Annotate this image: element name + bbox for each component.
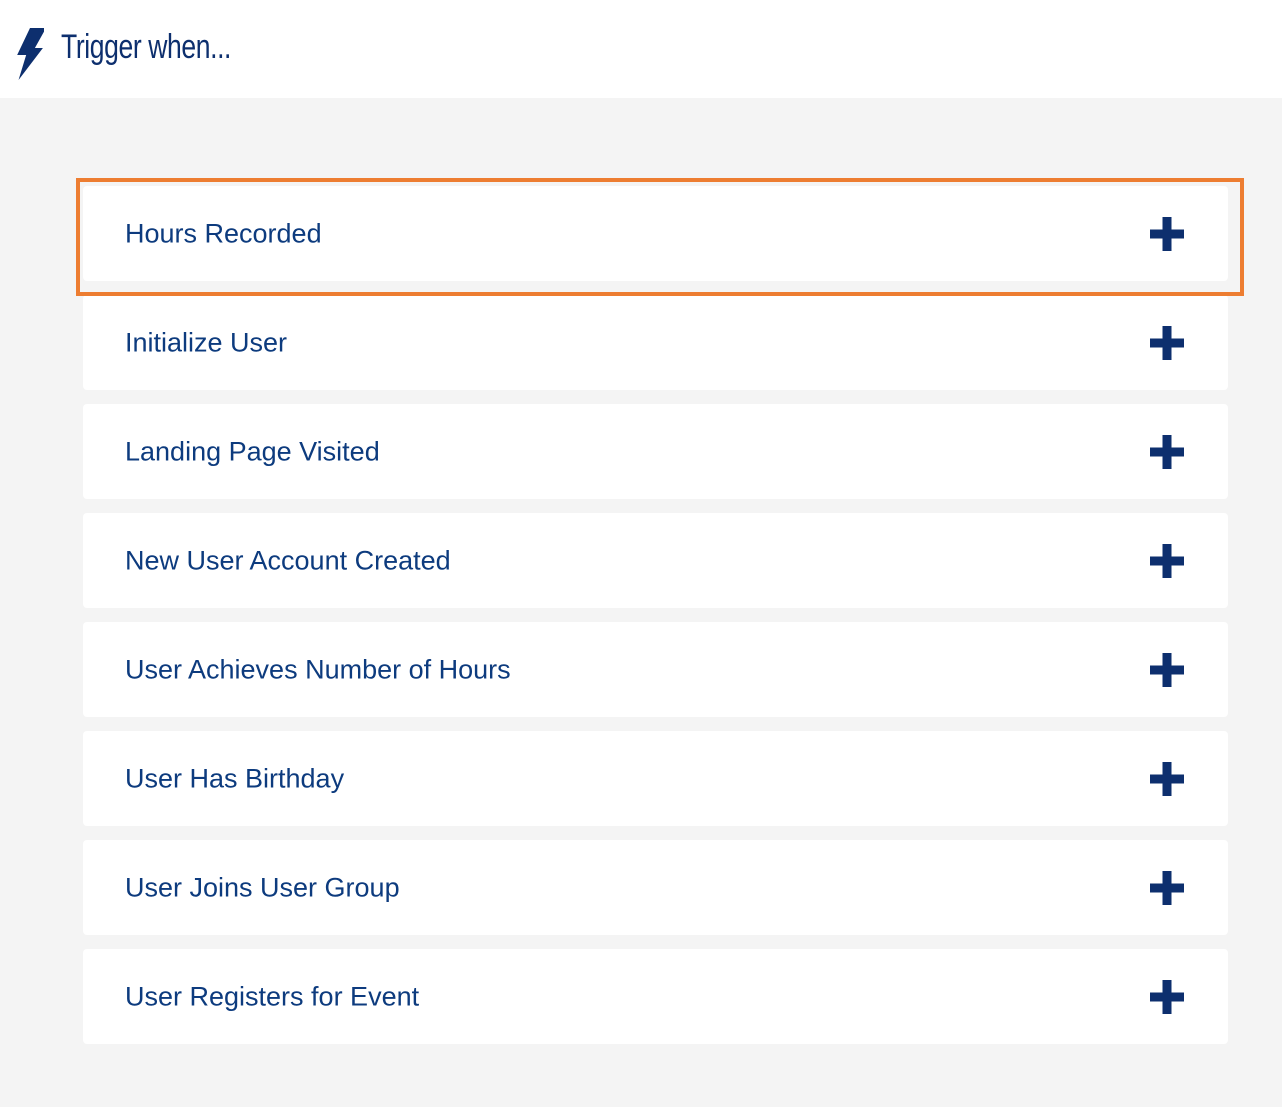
plus-icon[interactable]: [1150, 761, 1184, 796]
trigger-item-label: User Has Birthday: [125, 763, 345, 793]
plus-icon[interactable]: [1150, 325, 1184, 360]
trigger-item-new-user-account-created[interactable]: New User Account Created: [83, 513, 1228, 608]
plus-icon[interactable]: [1150, 216, 1184, 251]
trigger-item-label: User Registers for Event: [125, 981, 420, 1011]
trigger-item-label: Hours Recorded: [125, 218, 322, 248]
trigger-item-label: Initialize User: [125, 327, 288, 357]
trigger-item-user-registers-for-event[interactable]: User Registers for Event: [83, 949, 1228, 1044]
trigger-list: Hours Recorded Initialize User Landing P…: [83, 186, 1228, 1058]
trigger-item-label: New User Account Created: [125, 545, 451, 575]
plus-icon[interactable]: [1150, 979, 1184, 1014]
page-title: Trigger when...: [61, 28, 232, 66]
plus-icon[interactable]: [1150, 870, 1184, 905]
trigger-item-user-achieves-number-of-hours[interactable]: User Achieves Number of Hours: [83, 622, 1228, 717]
plus-icon[interactable]: [1150, 434, 1184, 469]
trigger-item-user-joins-user-group[interactable]: User Joins User Group: [83, 840, 1228, 935]
trigger-item-hours-recorded[interactable]: Hours Recorded: [83, 186, 1228, 281]
trigger-item-landing-page-visited[interactable]: Landing Page Visited: [83, 404, 1228, 499]
trigger-item-label: Landing Page Visited: [125, 436, 380, 466]
lightning-bolt-icon: [17, 28, 44, 80]
page-header: Trigger when...: [0, 0, 1282, 98]
plus-icon[interactable]: [1150, 652, 1184, 687]
plus-icon[interactable]: [1150, 543, 1184, 578]
trigger-item-user-has-birthday[interactable]: User Has Birthday: [83, 731, 1228, 826]
trigger-item-label: User Joins User Group: [125, 872, 400, 902]
trigger-item-initialize-user[interactable]: Initialize User: [83, 295, 1228, 390]
trigger-item-label: User Achieves Number of Hours: [125, 654, 511, 684]
